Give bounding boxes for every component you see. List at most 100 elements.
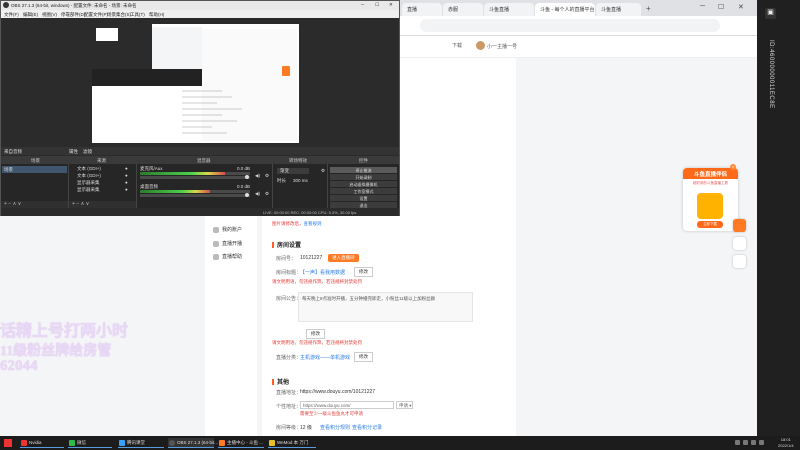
eye-icon[interactable]: ● [125,187,128,192]
browser-tab[interactable]: 斗鱼直播 [596,3,641,16]
virtual-camera-button[interactable]: 启动虚拟摄像机 [330,181,397,187]
scenes-dock-footer[interactable]: + − ∧ ∨ [1,201,68,208]
maximize-icon[interactable]: ☐ [718,3,724,11]
speaker-icon[interactable]: ◀) [255,173,260,179]
transition-select[interactable]: 渐变 [277,168,309,174]
clock-date: 2022/1/4 [778,443,794,448]
sidebar-item-label: 直播帮助 [222,254,243,260]
obs-logo-icon [3,2,9,8]
sidebar-item-help[interactable]: 直播帮助 [213,253,242,260]
obs-menubar: 文件(F) 编辑(E) 视图(V) 停靠部件(D) 配置文件(P) 场景集合(S… [1,10,399,18]
tray-icon[interactable] [735,440,740,445]
rules-link[interactable]: 查看规则 [304,221,322,226]
stop-streaming-button[interactable]: 停止推流 [330,167,397,173]
user-name[interactable]: 小一主播一号 [487,43,517,50]
source-item[interactable]: 显示器采集 [77,180,100,186]
sidebar-item-live[interactable]: 直播开播 [213,240,242,247]
maximize-icon[interactable]: ☐ [375,2,379,8]
enter-room-button[interactable]: 进入直播间 [328,254,359,262]
notice-textarea[interactable]: 每天晚上8点准时开播，五分钟播完即走，小粉丝11级以上加粉丝群 [298,292,473,322]
start-recording-button[interactable]: 开始录制 [330,174,397,180]
gear-icon[interactable]: ⚙ [321,168,325,174]
rail-settings-icon[interactable] [733,237,746,250]
clock[interactable]: 18:01 2022/1/4 [778,437,794,449]
custom-address-label: 个性地址： [276,404,302,410]
obs-status-text: LIVE: 00:00:00 REC: 00:00:00 CPU: 5.3%, … [263,210,357,215]
taskbar-item[interactable]: 主播中心 - 斗鱼 ... [218,438,264,448]
source-item[interactable]: 文本 (GDI+) [77,166,101,172]
avatar[interactable] [476,41,485,50]
taskbar-item[interactable]: 腾讯课堂 [118,438,164,448]
source-item[interactable]: 文本 (GDI+) [77,173,101,179]
volume-slider-track[interactable] [140,194,250,197]
right-strip [757,0,800,436]
sidebar-item-account[interactable]: 我的账户 [213,226,242,233]
browser-tab[interactable]: 赤服 [443,3,483,16]
tray-icon[interactable] [743,440,748,445]
start-button[interactable] [4,439,12,447]
edit-category-button[interactable]: 修改 [354,352,373,362]
taskbar: Nvidia 微信 腾讯课堂 OBS 27.1.3 (64-bit... 主播中… [0,436,800,450]
volume-slider-handle[interactable] [245,193,249,197]
eye-icon[interactable]: ● [125,180,128,185]
wallet-icon [213,226,219,233]
room-name-label: 房间标题： [276,270,302,276]
properties-button[interactable]: 属性 [69,149,78,155]
preview-text-lines [182,90,242,134]
filters-button[interactable]: 滤镜 [83,149,92,155]
source-item[interactable]: 显示器采集 [77,187,100,193]
edit-room-name-button[interactable]: 修改 [354,267,373,277]
obs-title: OBS 27.1.3 (64-bit, windows) - 配置文件: 未命名… [11,3,137,8]
audio-meter [140,190,210,193]
minimize-icon[interactable]: ─ [700,3,705,10]
grade-value: 12 级 [300,425,312,431]
taskbar-item[interactable]: Nvidia [20,438,64,448]
taskbar-item[interactable]: 微信 [68,438,112,448]
broadcast-icon [213,240,219,247]
preview-canvas[interactable] [92,24,299,143]
top-warning: 图片请修改后，查看规则 [272,221,322,227]
notification-icon[interactable]: ▣ [765,8,776,19]
eye-icon[interactable]: ● [125,173,128,178]
close-icon[interactable]: ✕ [738,3,744,11]
volume-icon[interactable] [751,440,756,445]
download-link[interactable]: 下载 [452,42,462,49]
browser-tab[interactable]: 直播 [402,3,442,16]
nvidia-icon [21,440,27,446]
sources-dock-footer[interactable]: + − ∧ ∨ [69,201,136,208]
rail-share-icon[interactable] [733,255,746,268]
sidebar-item-label: 我的账户 [222,227,243,233]
settings-button[interactable]: 设置 [330,195,397,201]
gear-icon[interactable]: ⚙ [265,191,269,197]
apply-select[interactable]: 申请 ▾ [396,401,413,409]
preview-nested-page [152,27,202,69]
speaker-icon[interactable]: ◀) [255,191,260,197]
scenes-dock: 场景 + − ∧ ∨ [1,164,69,208]
promo-download-button[interactable]: 立即下载 [697,221,723,228]
duration-value[interactable]: 300 ms [293,178,308,183]
wechat-icon [69,440,75,446]
volume-slider-track[interactable] [140,176,250,179]
grade-rules-link[interactable]: 查看积分规则 [320,424,350,431]
volume-slider-handle[interactable] [245,175,249,179]
link-label: 直播地址： [276,390,302,396]
new-tab-button[interactable]: + [646,4,651,13]
grade-record-link[interactable]: 查看积分记录 [352,424,382,431]
edit-notice-button[interactable]: 修改 [306,329,325,339]
network-icon[interactable] [759,440,764,445]
gear-icon[interactable]: ⚙ [265,173,269,179]
minimize-icon[interactable]: ─ [361,2,364,7]
address-bar[interactable] [420,19,720,32]
browser-tab[interactable]: 斗鱼直播 [484,3,534,16]
promo-subtitle: 超好用的斗鱼直播工具 [693,181,728,185]
taskbar-item[interactable]: WeMod 本 万门 [268,438,316,448]
promo-close-button[interactable]: × [730,164,736,170]
browser-tab-active[interactable]: 斗鱼 - 每个人的直播平台 [535,3,595,16]
taskbar-item-active[interactable]: OBS 27.1.3 (64-bit... [168,438,218,448]
eye-icon[interactable]: ● [125,166,128,171]
rail-record-icon[interactable] [733,219,746,232]
studio-mode-button[interactable]: 工作室模式 [330,188,397,194]
promo-card[interactable]: 斗鱼直播伴侣 超好用的斗鱼直播工具 立即下载 [683,168,738,231]
close-icon[interactable]: ✕ [389,2,393,8]
custom-address-input[interactable]: https://www.douyu.com/ [300,401,394,409]
